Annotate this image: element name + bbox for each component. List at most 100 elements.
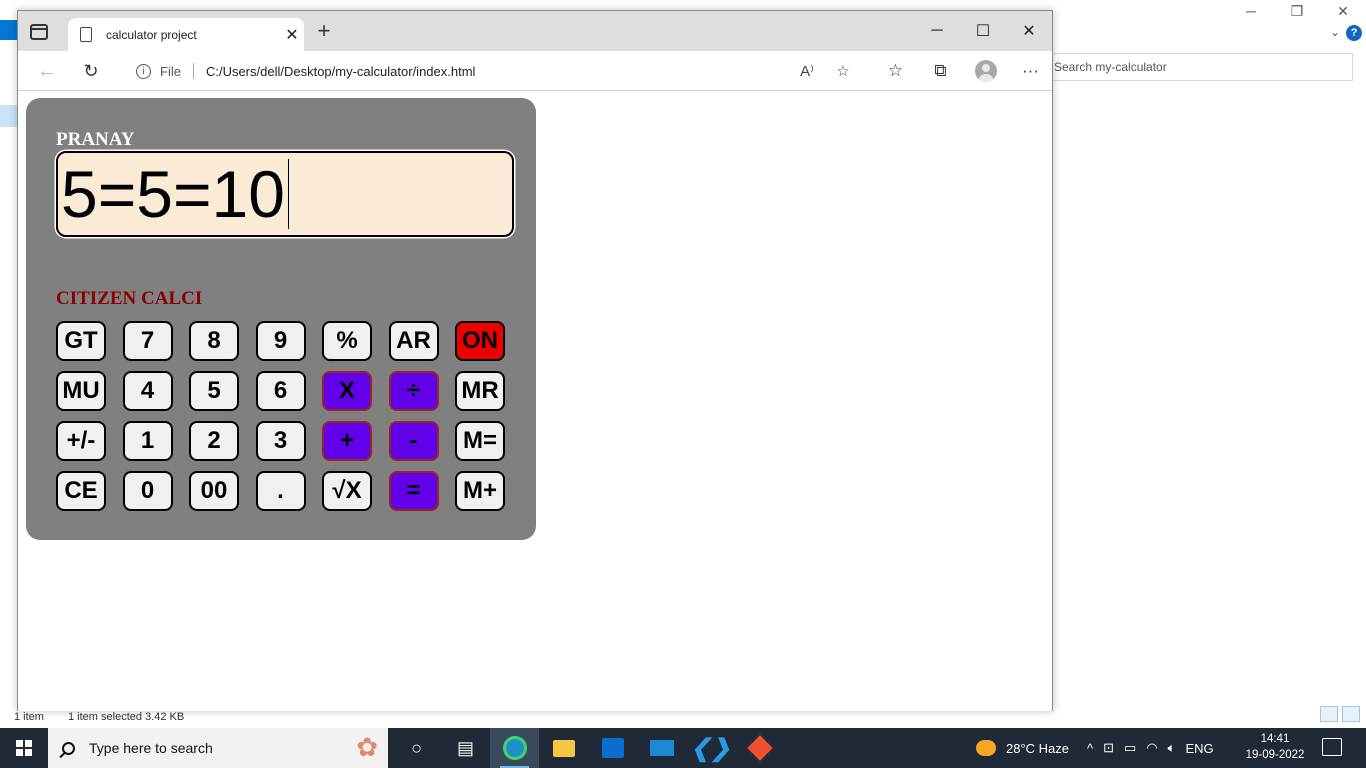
key-mr[interactable]: MR	[455, 371, 505, 411]
key-m-equals[interactable]: M=	[455, 421, 505, 461]
clock-time: 14:41	[1260, 733, 1290, 745]
address-bar[interactable]: i File C:/Users/dell/Desktop/my-calculat…	[119, 56, 861, 86]
key-percent[interactable]: %	[322, 321, 372, 361]
read-aloud-icon[interactable]: A⁾	[789, 62, 825, 80]
key-multiply[interactable]: X	[322, 371, 372, 411]
info-icon[interactable]: i	[136, 63, 151, 79]
key-00[interactable]: 00	[189, 471, 239, 511]
taskbar-clock[interactable]: 14:41 19-09-2022	[1236, 731, 1314, 763]
profile-avatar[interactable]	[963, 59, 1008, 83]
key-plus-minus[interactable]: +/-	[56, 421, 106, 461]
tab-title: calculator project	[106, 27, 197, 42]
explorer-restore-button[interactable]: ❐	[1274, 0, 1320, 22]
key-gt[interactable]: GT	[56, 321, 106, 361]
tab-calculator-project[interactable]: calculator project ✕	[68, 18, 304, 51]
favorites-icon[interactable]: ☆	[873, 59, 918, 83]
windows-logo-icon	[16, 740, 32, 756]
git-taskbar-icon[interactable]	[735, 728, 784, 768]
git-icon	[746, 735, 773, 761]
meet-now-icon[interactable]: ⊡	[1103, 740, 1114, 756]
edge-taskbar-icon[interactable]	[490, 728, 539, 768]
volume-icon[interactable]: 🔈︎	[1168, 740, 1176, 756]
taskbar: Type here to search ✿ ○ ▤ ❮❯ 28°C Haze ^…	[0, 728, 1366, 768]
key-add[interactable]: +	[322, 421, 372, 461]
url-text[interactable]: C:/Users/dell/Desktop/my-calculator/inde…	[206, 64, 789, 79]
key-9[interactable]: 9	[255, 321, 306, 361]
battery-icon[interactable]: ▭	[1124, 740, 1136, 756]
browser-maximize-button[interactable]: ☐	[960, 11, 1006, 51]
store-taskbar-icon[interactable]	[588, 728, 637, 768]
flowers-icon: ✿	[356, 732, 378, 762]
tab-actions-icon[interactable]	[30, 24, 48, 40]
weather-text[interactable]: 28°C Haze	[1006, 741, 1069, 756]
store-icon	[601, 738, 624, 758]
refresh-icon[interactable]: ↻	[78, 59, 104, 83]
key-5[interactable]: 5	[189, 371, 239, 411]
text-caret	[287, 159, 289, 229]
browser-window: calculator project ✕ + ─ ☐ ✕ ← ↻ i File …	[17, 10, 1053, 711]
key-divide[interactable]: ÷	[388, 371, 439, 411]
key-sqrt[interactable]: √X	[322, 471, 372, 511]
chevron-down-icon[interactable]: ⌄	[1330, 25, 1340, 39]
more-options-icon[interactable]: ···	[1008, 59, 1053, 83]
taskbar-search-box[interactable]: Type here to search ✿	[48, 728, 388, 768]
weather-icon[interactable]	[976, 740, 996, 756]
calculator-keypad: GT 7 8 9 % AR ON MU 4 5 6 X ÷ MR +/- 1 2…	[56, 321, 508, 511]
calculator-brand: PRANAY	[56, 129, 135, 150]
key-subtract[interactable]: -	[388, 421, 439, 461]
key-8[interactable]: 8	[189, 321, 239, 361]
vscode-taskbar-icon[interactable]: ❮❯	[686, 728, 735, 768]
explorer-nav-selection[interactable]	[0, 105, 17, 127]
task-view-icon[interactable]: ▤	[441, 728, 490, 768]
notifications-icon[interactable]	[1322, 738, 1342, 756]
key-7[interactable]: 7	[122, 321, 173, 361]
key-ar[interactable]: AR	[388, 321, 439, 361]
new-tab-button[interactable]: +	[312, 19, 336, 43]
mail-icon	[649, 740, 674, 756]
clock-date: 19-09-2022	[1245, 749, 1305, 761]
calculator-display[interactable]: 5=5=10	[56, 151, 514, 237]
key-on[interactable]: ON	[455, 321, 505, 361]
wifi-icon[interactable]: ◠	[1146, 740, 1157, 756]
tab-bar: calculator project ✕ + ─ ☐ ✕	[18, 11, 1052, 51]
browser-window-controls: ─ ☐ ✕	[914, 11, 1052, 51]
calculator-model-label: CITIZEN CALCI	[56, 288, 203, 309]
key-3[interactable]: 3	[255, 421, 306, 461]
display-value: 5=5=10	[61, 157, 285, 231]
file-explorer-taskbar-icon[interactable]	[539, 728, 588, 768]
back-arrow-icon[interactable]: ←	[34, 59, 60, 83]
key-decimal[interactable]: .	[255, 471, 306, 511]
explorer-minimize-button[interactable]: ─	[1228, 0, 1274, 22]
language-indicator[interactable]: ENG	[1185, 741, 1213, 756]
collections-icon[interactable]: ⧉	[918, 59, 963, 83]
browser-minimize-button[interactable]: ─	[914, 11, 960, 51]
browser-close-button[interactable]: ✕	[1006, 11, 1052, 51]
page-viewport: PRANAY 5=5=10 CITIZEN CALCI GT 7 8 9 % A…	[18, 91, 1052, 711]
key-2[interactable]: 2	[189, 421, 239, 461]
vscode-icon: ❮❯	[690, 734, 731, 762]
key-m-plus[interactable]: M+	[455, 471, 505, 511]
show-hidden-icons[interactable]: ^	[1087, 741, 1093, 756]
large-icons-view-icon[interactable]	[1342, 706, 1360, 722]
key-0[interactable]: 0	[122, 471, 173, 511]
help-icon[interactable]: ?	[1346, 25, 1362, 41]
edge-icon	[502, 736, 527, 760]
key-mu[interactable]: MU	[56, 371, 106, 411]
key-6[interactable]: 6	[255, 371, 306, 411]
folder-icon	[552, 739, 575, 757]
cortana-icon[interactable]: ○	[392, 728, 441, 768]
key-ce[interactable]: CE	[56, 471, 106, 511]
explorer-close-button[interactable]: ✕	[1320, 0, 1366, 22]
add-favorite-icon[interactable]: ☆	[825, 62, 861, 80]
start-button[interactable]	[0, 728, 48, 768]
mail-taskbar-icon[interactable]	[637, 728, 686, 768]
close-tab-icon[interactable]: ✕	[280, 25, 304, 45]
key-equals[interactable]: =	[388, 471, 439, 511]
status-selection: 1 item selected 3.42 KB	[68, 711, 185, 723]
key-1[interactable]: 1	[122, 421, 173, 461]
explorer-search-input[interactable]: Search my-calculator	[1046, 53, 1353, 81]
key-4[interactable]: 4	[122, 371, 173, 411]
details-view-icon[interactable]	[1320, 706, 1338, 722]
file-scheme-label: File	[160, 63, 181, 79]
taskbar-search-placeholder: Type here to search	[89, 740, 213, 756]
